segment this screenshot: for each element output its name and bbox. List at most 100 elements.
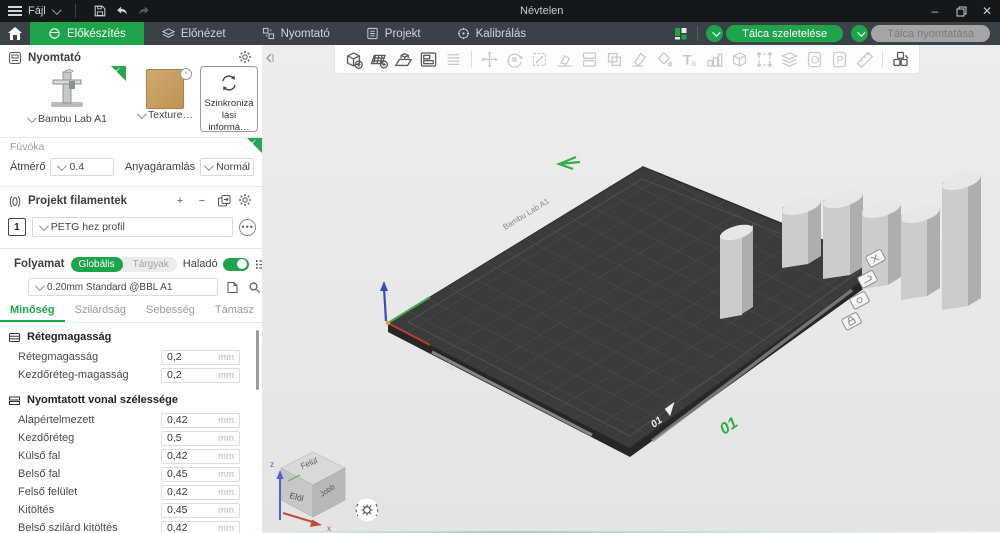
move-icon[interactable] bbox=[479, 49, 500, 70]
value-input[interactable]: 0,5 mm bbox=[161, 430, 240, 446]
advanced-toggle[interactable] bbox=[222, 257, 249, 271]
redo-button[interactable] bbox=[136, 3, 152, 19]
process-header: Folyamat Globális Tárgyak Haladó bbox=[0, 254, 262, 274]
viewport-3d[interactable]: Bambu Lab A1 B6 01 01 Felül Elöl Jobb z … bbox=[262, 45, 1000, 533]
text-tool-icon[interactable]: Ta bbox=[679, 49, 700, 70]
tab-quality[interactable]: Minőség bbox=[0, 302, 65, 322]
value-input[interactable]: 0,2 mm bbox=[161, 349, 240, 365]
printer-select-chevron[interactable] bbox=[27, 112, 37, 123]
tab-printer[interactable]: Nyomtató bbox=[244, 22, 348, 45]
home-button[interactable] bbox=[0, 22, 30, 45]
model-block bbox=[901, 204, 940, 300]
measure-icon[interactable] bbox=[854, 49, 875, 70]
scope-global-pill[interactable]: Globális bbox=[70, 256, 123, 272]
slice-options-chevron[interactable] bbox=[706, 25, 724, 42]
nozzle-section-title: Fúvóka bbox=[10, 141, 45, 153]
split-layout-icon[interactable] bbox=[418, 49, 439, 70]
value-input[interactable]: 0,42 mm bbox=[161, 520, 240, 533]
undo-button[interactable] bbox=[114, 3, 130, 19]
support-paint-icon[interactable] bbox=[629, 49, 650, 70]
plate-brand-text: Bambu Lab A1 bbox=[501, 196, 551, 231]
value-input[interactable]: 0,42 mm bbox=[161, 412, 240, 428]
flow-label: Anyagáramlás bbox=[124, 161, 196, 173]
split-parts-icon[interactable] bbox=[604, 49, 625, 70]
nav-cube[interactable]: Felül Elöl Jobb bbox=[280, 451, 346, 518]
filaments-title: Projekt filamentek bbox=[28, 195, 128, 207]
panel-collapse-handle[interactable] bbox=[264, 51, 274, 69]
printer-name: Bambu Lab A1 bbox=[38, 113, 107, 125]
plate-select-chevron[interactable] bbox=[136, 108, 147, 119]
filament-profile-select[interactable]: PETG hez profil bbox=[31, 217, 234, 237]
color-paint-icon[interactable] bbox=[654, 49, 675, 70]
plate-lock-icon bbox=[841, 312, 862, 331]
scene-3d[interactable]: Bambu Lab A1 B6 01 01 Felül Elöl Jobb z … bbox=[262, 45, 1000, 533]
value-input[interactable]: 0,42 mm bbox=[161, 484, 240, 500]
object-list-icon[interactable] bbox=[443, 49, 464, 70]
sync-filaments-icon[interactable] bbox=[216, 193, 232, 209]
rotate-icon[interactable] bbox=[504, 49, 525, 70]
view-settings-button[interactable] bbox=[354, 497, 380, 523]
filament-settings-gear-icon[interactable] bbox=[238, 193, 252, 210]
printer-section-title: Nyomtató bbox=[28, 52, 82, 64]
tab-calibration[interactable]: Kalibrálás bbox=[439, 22, 545, 45]
plate-front-arrow bbox=[555, 155, 581, 171]
process-preset-select[interactable]: 0.20mm Standard @BBL A1 bbox=[28, 278, 218, 296]
tab-strength[interactable]: Szilárdság bbox=[65, 302, 136, 322]
tab-speed[interactable]: Sebesség bbox=[136, 302, 205, 322]
value-input[interactable]: 0,45 mm bbox=[161, 502, 240, 518]
split-objects-icon[interactable] bbox=[579, 49, 600, 70]
printer-card[interactable]: Bambu Lab A1 ✓ bbox=[8, 66, 126, 132]
lay-flat-icon[interactable] bbox=[554, 49, 575, 70]
save-button[interactable] bbox=[92, 3, 108, 19]
value-input[interactable]: 0,45 mm bbox=[161, 466, 240, 482]
add-object-icon[interactable] bbox=[343, 49, 364, 70]
process-tabs: Minőség Szilárdság Sebesség Támasz Egyéb bbox=[0, 302, 262, 323]
main-nav: Előkészítés Előnézet Nyomtató Projekt Ka… bbox=[0, 22, 1000, 45]
minimize-button[interactable]: – bbox=[922, 0, 948, 22]
layers-icon[interactable] bbox=[779, 49, 800, 70]
nozzle-diameter-label: Átmérő bbox=[10, 161, 46, 173]
close-button[interactable]: ✕ bbox=[974, 0, 1000, 22]
sync-info-button[interactable]: Szinkronizálási informá… bbox=[200, 66, 258, 133]
tab-prepare[interactable]: Előkészítés bbox=[30, 22, 144, 45]
divider bbox=[697, 26, 699, 41]
setting-row: Alapértelmezett 0,42 mm bbox=[0, 411, 262, 429]
restore-button[interactable] bbox=[948, 0, 974, 22]
tab-support[interactable]: Támasz bbox=[205, 302, 262, 322]
panel-scrollbar[interactable] bbox=[256, 330, 259, 390]
flow-select[interactable]: Normál bbox=[200, 158, 254, 176]
save-preset-icon[interactable] bbox=[224, 279, 240, 295]
plate-type-name: Texture… bbox=[148, 109, 193, 121]
mesh-boolean-icon[interactable] bbox=[729, 49, 750, 70]
value-input[interactable]: 0,42 mm bbox=[161, 448, 240, 464]
filament-more-button[interactable]: ••• bbox=[239, 218, 257, 236]
objects-view-icon[interactable]: O bbox=[804, 49, 825, 70]
add-filament-button[interactable]: + bbox=[172, 193, 188, 209]
add-plate-icon[interactable] bbox=[368, 49, 389, 70]
filament-slot[interactable]: 1 bbox=[8, 218, 26, 236]
tab-project[interactable]: Projekt bbox=[348, 22, 439, 45]
assembly-view-icon[interactable] bbox=[890, 49, 911, 70]
search-preset-icon[interactable] bbox=[246, 279, 262, 295]
arrange-icon[interactable] bbox=[393, 49, 414, 70]
tab-preview[interactable]: Előnézet bbox=[144, 22, 244, 45]
file-menu[interactable]: Fájl bbox=[28, 5, 46, 17]
print-plate-button[interactable]: Tálca nyomtatása bbox=[871, 25, 990, 42]
plate-type-card[interactable]: i Texture… bbox=[136, 66, 194, 132]
negative-part-icon[interactable] bbox=[754, 49, 775, 70]
variable-layer-icon[interactable] bbox=[704, 49, 725, 70]
slice-plate-button[interactable]: Tálca szeletelése bbox=[726, 25, 844, 42]
sync-icon bbox=[222, 75, 236, 91]
plate-list-icon[interactable] bbox=[673, 26, 689, 42]
nozzle-diameter-select[interactable]: 0.4 bbox=[50, 158, 114, 176]
print-options-chevron[interactable] bbox=[851, 25, 869, 42]
main-menu-icon[interactable] bbox=[8, 6, 22, 16]
chevron-down-icon[interactable] bbox=[51, 4, 62, 15]
printer-settings-gear-icon[interactable] bbox=[238, 50, 252, 67]
info-icon[interactable]: i bbox=[180, 68, 192, 80]
value-input[interactable]: 0,2 mm bbox=[161, 367, 240, 383]
parts-view-icon[interactable]: P bbox=[829, 49, 850, 70]
remove-filament-button[interactable]: − bbox=[194, 193, 210, 209]
scale-icon[interactable] bbox=[529, 49, 550, 70]
scope-objects-pill[interactable]: Tárgyak bbox=[118, 256, 177, 272]
